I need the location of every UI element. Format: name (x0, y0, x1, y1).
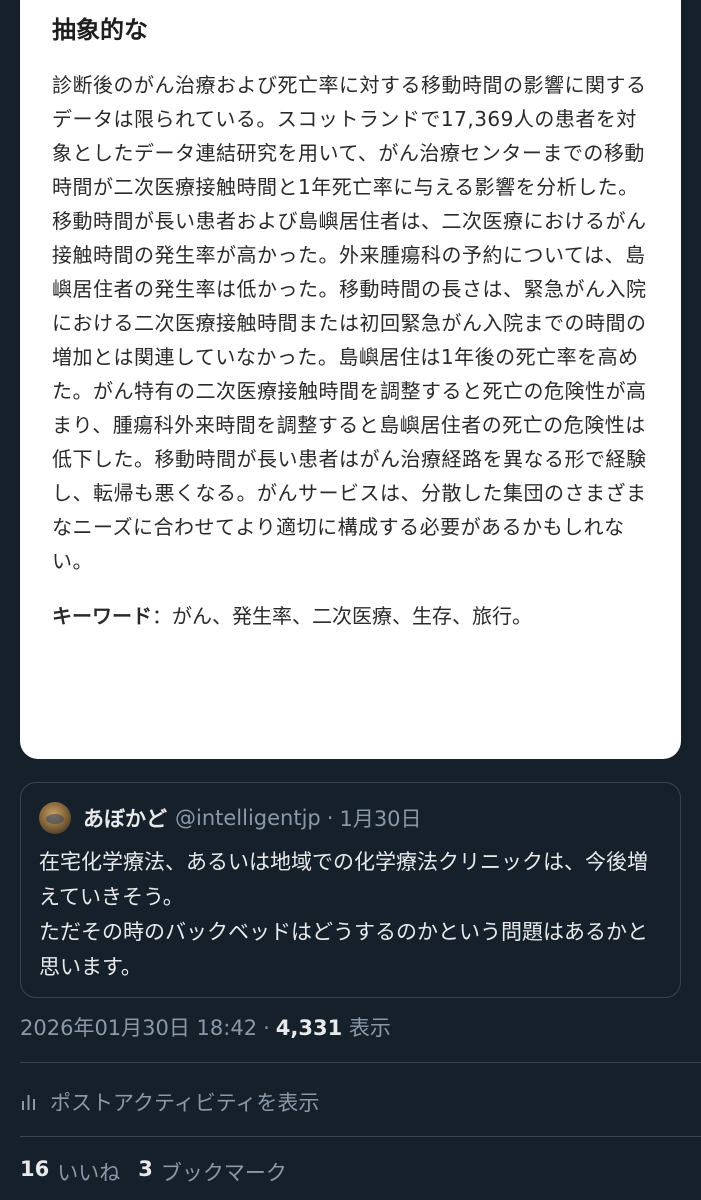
keywords-list: ：がん、発生率、二次医療、生存、旅行。 (152, 604, 532, 628)
quote-author-name[interactable]: あぼかど (83, 803, 167, 833)
likes-label: いいね (57, 1161, 121, 1185)
quote-text: 在宅化学療法、あるいは地域での化学療法クリニックは、今後増えていきそう。 ただそ… (39, 850, 648, 979)
bookmarks-stat[interactable]: 3 ブックマーク (138, 1157, 287, 1187)
post-meta: 2026年01月30日 18:42 · 4,331 表示 (20, 1010, 391, 1046)
views-count: 4,331 (275, 1016, 343, 1040)
quoted-post[interactable]: あぼかど @intelligentjp · 1月30日 在宅化学療法、あるいは地… (20, 782, 681, 998)
views-label: 表示 (348, 1016, 391, 1040)
abstract-keywords: キーワード：がん、発生率、二次医療、生存、旅行。 (52, 600, 653, 632)
divider (20, 1136, 701, 1137)
abstract-image[interactable]: 抽象的な 診断後のがん治療および死亡率に対する移動時間の影響に関するデータは限ら… (20, 0, 681, 759)
post-activity-link[interactable]: ポストアクティビティを表示 (20, 1082, 319, 1122)
abstract-heading: 抽象的な (52, 16, 148, 44)
likes-count: 16 (20, 1157, 50, 1181)
abstract-body: 診断後のがん治療および死亡率に対する移動時間の影響に関するデータは限られている。… (52, 73, 647, 573)
quote-header: あぼかど @intelligentjp · 1月30日 (39, 801, 662, 835)
keywords-label: キーワード (52, 604, 152, 628)
post-timestamp[interactable]: 2026年01月30日 18:42 (20, 1016, 257, 1040)
bookmarks-label: ブックマーク (160, 1161, 287, 1185)
divider (20, 1062, 701, 1063)
bookmarks-count: 3 (138, 1157, 153, 1181)
avatar[interactable] (39, 802, 71, 834)
meta-separator: · (263, 1016, 270, 1040)
post-activity-label: ポストアクティビティを表示 (50, 1091, 320, 1115)
post-stats: 16 いいね 3 ブックマーク (20, 1152, 305, 1192)
quote-separator: · (326, 806, 334, 830)
quote-date[interactable]: 1月30日 (339, 803, 421, 833)
likes-stat[interactable]: 16 いいね (20, 1157, 120, 1187)
quote-author-handle[interactable]: @intelligentjp (175, 806, 321, 830)
analytics-icon (22, 1095, 35, 1110)
tweet-detail: 抽象的な 診断後のがん治療および死亡率に対する移動時間の影響に関するデータは限ら… (0, 0, 701, 1200)
